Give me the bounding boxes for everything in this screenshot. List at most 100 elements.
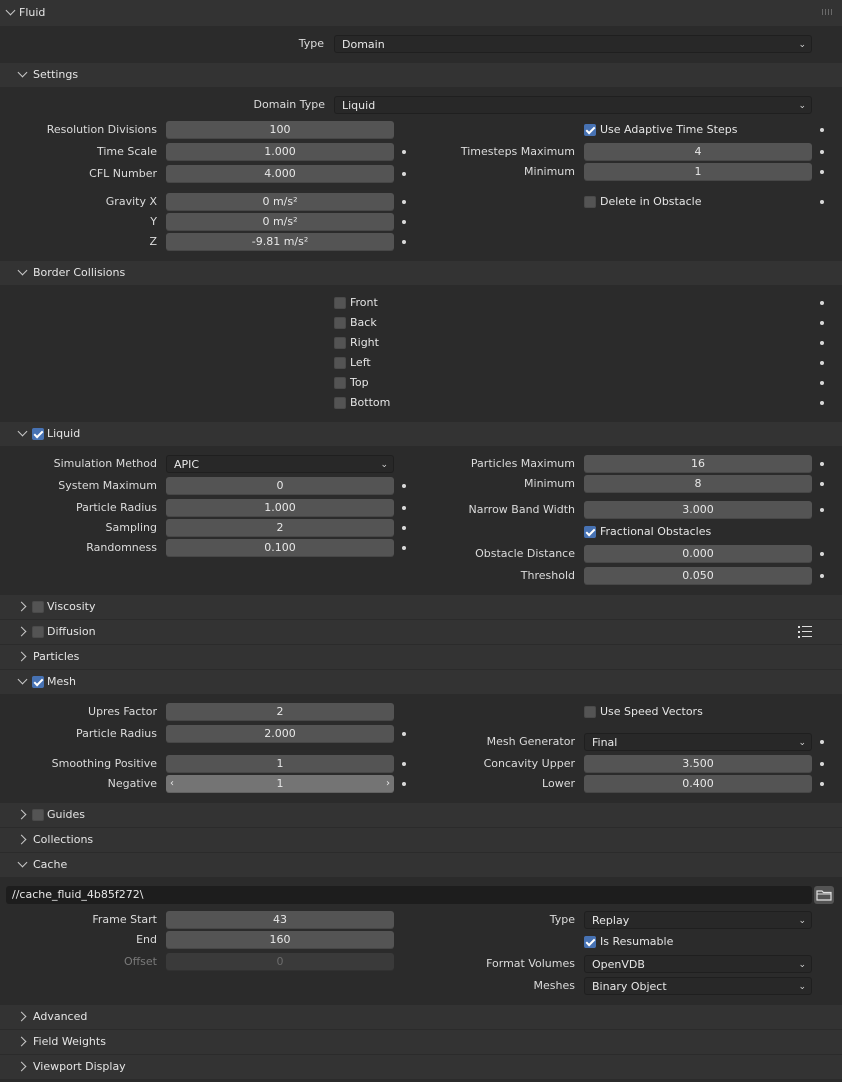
collections-header[interactable]	[0, 828, 842, 852]
keyframe-dot-icon[interactable]	[402, 240, 406, 244]
particles-max-field[interactable]: 16	[584, 455, 812, 473]
sim-method-dropdown[interactable]: APIC ⌄	[166, 455, 394, 473]
border-top-checkbox[interactable]	[334, 377, 346, 389]
guides-header[interactable]	[0, 803, 842, 827]
keyframe-dot-icon[interactable]	[820, 740, 824, 744]
fractional-obstacles-checkbox[interactable]	[584, 526, 596, 538]
border-back-checkbox[interactable]	[334, 317, 346, 329]
timesteps-min-field[interactable]: 1	[584, 163, 812, 181]
border-collisions-header[interactable]	[0, 261, 842, 285]
fluid-panel-header[interactable]	[0, 0, 842, 26]
mesh-generator-dropdown[interactable]: Final ⌄	[584, 733, 812, 751]
speed-vectors-checkbox[interactable]	[584, 706, 596, 718]
upres-field[interactable]: 2	[166, 703, 394, 721]
drag-handle-icon[interactable]	[822, 9, 834, 15]
mesh-generator-label: Mesh Generator	[486, 735, 575, 748]
keyframe-dot-icon[interactable]	[820, 128, 824, 132]
particle-radius-field[interactable]: 1.000	[166, 499, 394, 517]
concavity-lower-field[interactable]: 0.400	[584, 775, 812, 793]
resolution-field[interactable]: 100	[166, 121, 394, 139]
keyframe-dot-icon[interactable]	[820, 381, 824, 385]
decrement-arrow-icon[interactable]: ‹	[170, 775, 174, 793]
keyframe-dot-icon[interactable]	[820, 508, 824, 512]
keyframe-dot-icon[interactable]	[820, 401, 824, 405]
cfl-field[interactable]: 4.000	[166, 165, 394, 183]
viscosity-enable-checkbox[interactable]	[32, 601, 44, 613]
keyframe-dot-icon[interactable]	[402, 732, 406, 736]
time-scale-field[interactable]: 1.000	[166, 143, 394, 161]
keyframe-dot-icon[interactable]	[402, 484, 406, 488]
is-resumable-checkbox[interactable]	[584, 936, 596, 948]
particles-min-field[interactable]: 8	[584, 475, 812, 493]
keyframe-dot-icon[interactable]	[402, 762, 406, 766]
cache-header[interactable]	[0, 853, 842, 877]
mesh-header[interactable]	[0, 670, 842, 694]
keyframe-dot-icon[interactable]	[820, 782, 824, 786]
gravity-x-field[interactable]: 0 m/s²	[166, 193, 394, 211]
system-max-field[interactable]: 0	[166, 477, 394, 495]
delete-in-obstacle-checkbox[interactable]	[584, 196, 596, 208]
border-bottom-checkbox[interactable]	[334, 397, 346, 409]
presets-list-icon[interactable]	[798, 626, 812, 638]
concavity-upper-field[interactable]: 3.500	[584, 755, 812, 773]
timesteps-max-field[interactable]: 4	[584, 143, 812, 161]
increment-arrow-icon[interactable]: ›	[386, 775, 390, 793]
keyframe-dot-icon[interactable]	[402, 526, 406, 530]
keyframe-dot-icon[interactable]	[402, 150, 406, 154]
keyframe-dot-icon[interactable]	[820, 574, 824, 578]
obstacle-distance-field[interactable]: 0.000	[584, 545, 812, 563]
border-front-checkbox[interactable]	[334, 297, 346, 309]
keyframe-dot-icon[interactable]	[402, 220, 406, 224]
keyframe-dot-icon[interactable]	[402, 782, 406, 786]
liquid-enable-checkbox[interactable]	[32, 428, 44, 440]
viewport-display-header[interactable]	[0, 1055, 842, 1079]
keyframe-dot-icon[interactable]	[820, 150, 824, 154]
smoothing-positive-field[interactable]: 1	[166, 755, 394, 773]
keyframe-dot-icon[interactable]	[402, 546, 406, 550]
folder-browse-button[interactable]	[814, 886, 834, 904]
keyframe-dot-icon[interactable]	[820, 301, 824, 305]
adaptive-time-steps-checkbox[interactable]	[584, 124, 596, 136]
gravity-y-field[interactable]: 0 m/s²	[166, 213, 394, 231]
border-left-checkbox[interactable]	[334, 357, 346, 369]
diffusion-header[interactable]	[0, 620, 842, 644]
keyframe-dot-icon[interactable]	[820, 200, 824, 204]
gravity-z-field[interactable]: -9.81 m/s²	[166, 233, 394, 251]
frame-start-field[interactable]: 43	[166, 911, 394, 929]
randomness-field[interactable]: 0.100	[166, 539, 394, 557]
viscosity-header[interactable]	[0, 595, 842, 619]
sampling-field[interactable]: 2	[166, 519, 394, 537]
keyframe-dot-icon[interactable]	[820, 462, 824, 466]
cache-type-dropdown[interactable]: Replay ⌄	[584, 911, 812, 929]
frame-end-field[interactable]: 160	[166, 931, 394, 949]
keyframe-dot-icon[interactable]	[820, 170, 824, 174]
liquid-header[interactable]	[0, 422, 842, 446]
fluid-type-dropdown[interactable]: Domain ⌄	[334, 35, 812, 53]
advanced-header[interactable]	[0, 1005, 842, 1029]
keyframe-dot-icon[interactable]	[820, 361, 824, 365]
cache-path-input[interactable]: //cache_fluid_4b85f272\	[6, 886, 812, 904]
keyframe-dot-icon[interactable]	[820, 341, 824, 345]
keyframe-dot-icon[interactable]	[820, 552, 824, 556]
border-right-checkbox[interactable]	[334, 337, 346, 349]
keyframe-dot-icon[interactable]	[820, 321, 824, 325]
format-volumes-dropdown[interactable]: OpenVDB ⌄	[584, 955, 812, 973]
keyframe-dot-icon[interactable]	[820, 762, 824, 766]
diffusion-enable-checkbox[interactable]	[32, 626, 44, 638]
narrow-band-field[interactable]: 3.000	[584, 501, 812, 519]
field-weights-header[interactable]	[0, 1030, 842, 1054]
mesh-enable-checkbox[interactable]	[32, 676, 44, 688]
keyframe-dot-icon[interactable]	[402, 506, 406, 510]
particles-header[interactable]	[0, 645, 842, 669]
viewport-display-title: Viewport Display	[33, 1060, 126, 1073]
keyframe-dot-icon[interactable]	[402, 200, 406, 204]
keyframe-dot-icon[interactable]	[402, 172, 406, 176]
threshold-field[interactable]: 0.050	[584, 567, 812, 585]
meshes-format-dropdown[interactable]: Binary Object ⌄	[584, 977, 812, 995]
smoothing-negative-field[interactable]: ‹ 1 ›	[166, 775, 394, 793]
guides-enable-checkbox[interactable]	[32, 809, 44, 821]
keyframe-dot-icon[interactable]	[820, 482, 824, 486]
settings-subpanel-header[interactable]	[0, 63, 842, 87]
mesh-particle-radius-field[interactable]: 2.000	[166, 725, 394, 743]
domain-type-dropdown[interactable]: Liquid ⌄	[334, 96, 812, 114]
